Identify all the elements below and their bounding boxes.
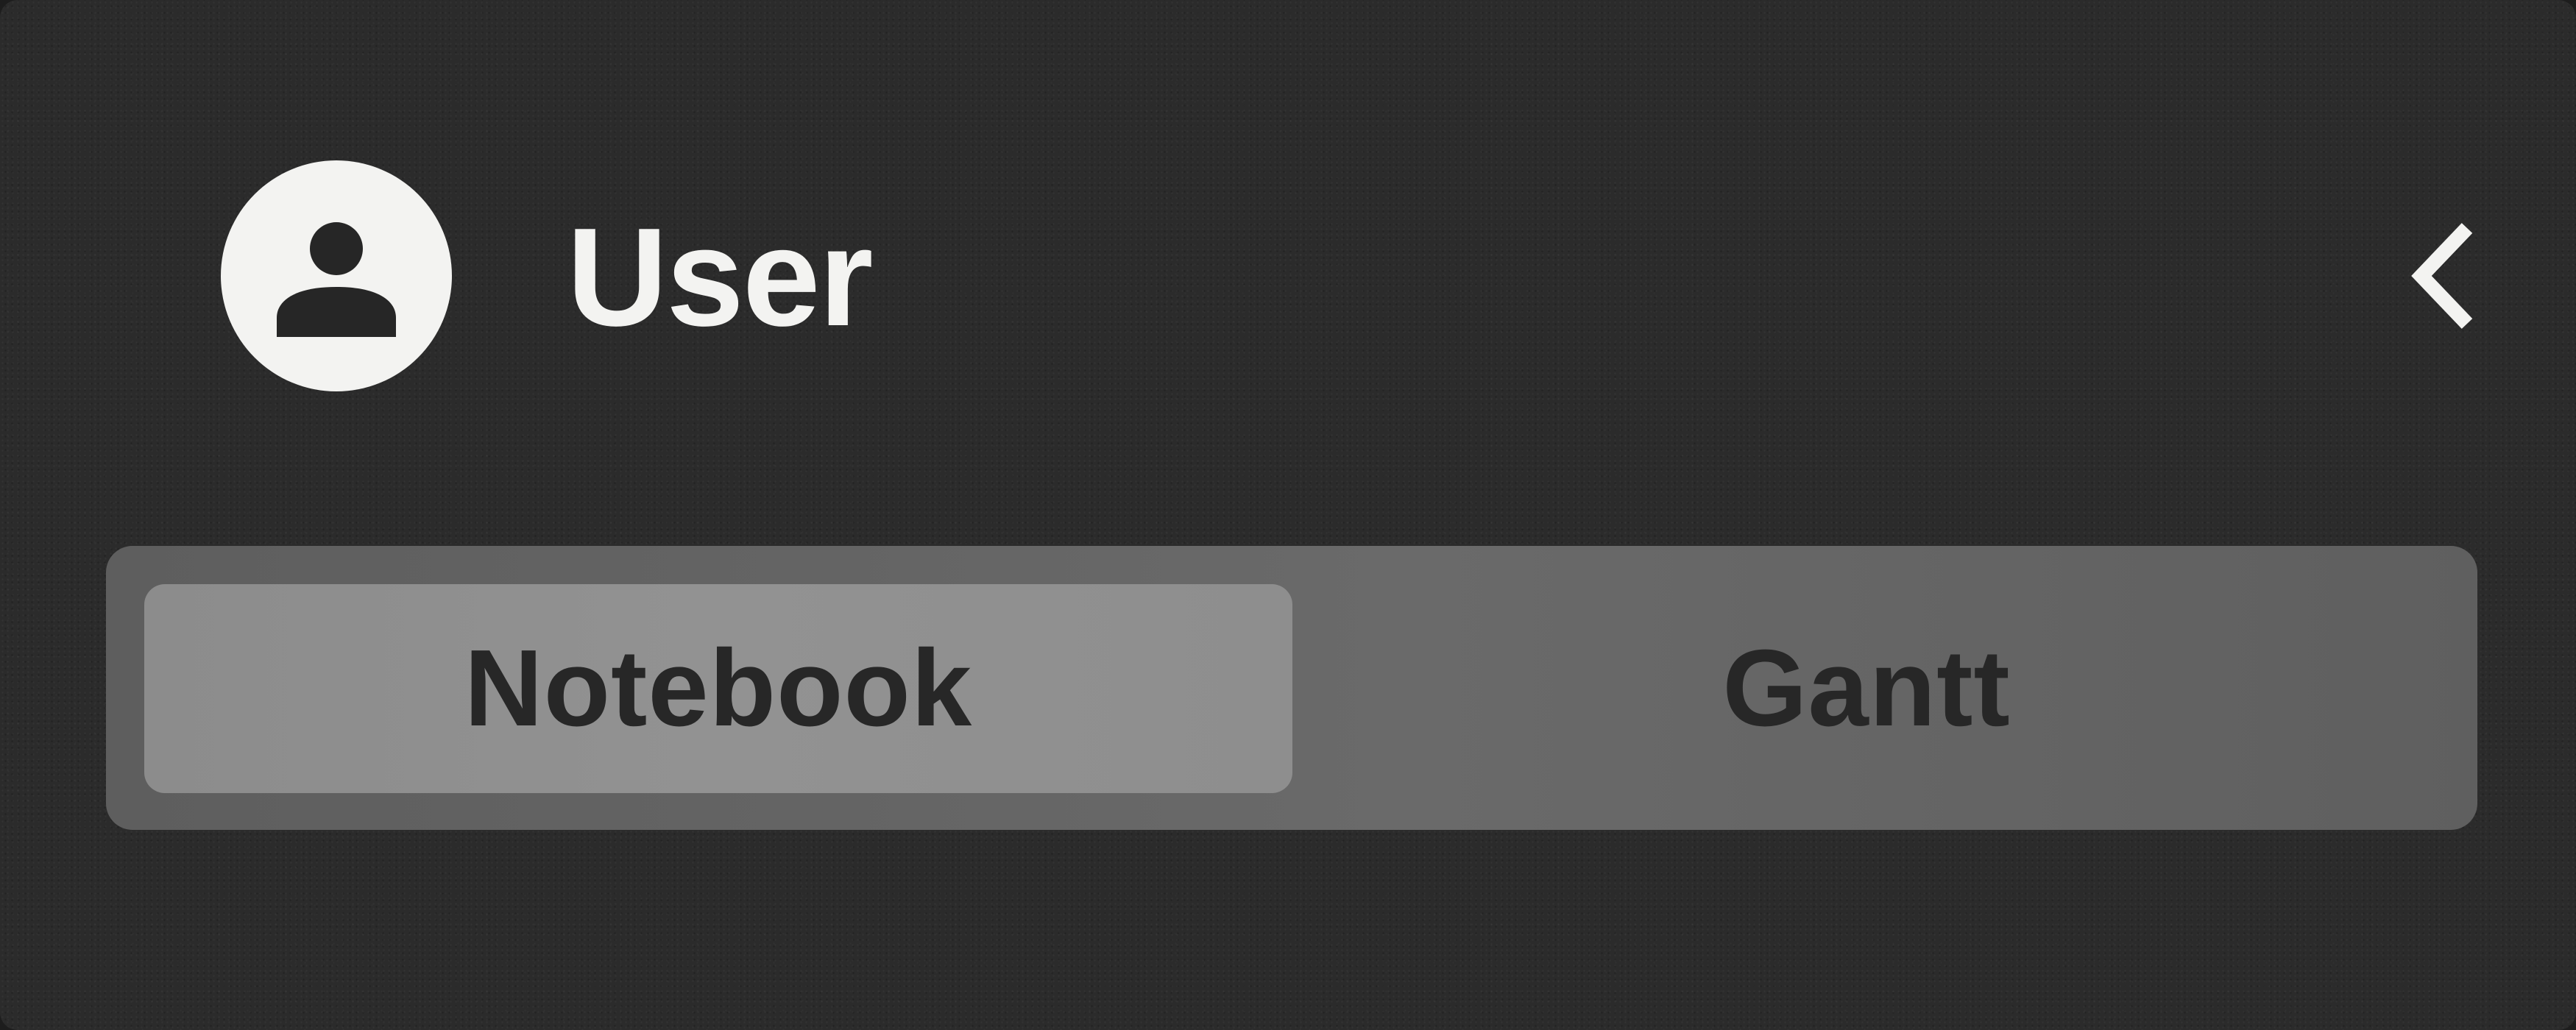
- tab-gantt[interactable]: Gantt: [1292, 584, 2441, 793]
- avatar[interactable]: [221, 160, 452, 391]
- user-panel: User Notebook Gantt: [0, 0, 2576, 1030]
- panel-header: User: [0, 154, 2576, 391]
- tab-gantt-label: Gantt: [1722, 628, 2011, 749]
- page-title: User: [567, 199, 873, 355]
- view-switcher: Notebook Gantt: [106, 546, 2477, 830]
- tab-notebook-label: Notebook: [464, 628, 973, 749]
- collapse-button[interactable]: [2385, 206, 2502, 346]
- chevron-left-icon: [2411, 223, 2473, 329]
- user-avatar-icon: [277, 222, 396, 337]
- tab-notebook[interactable]: Notebook: [144, 584, 1292, 793]
